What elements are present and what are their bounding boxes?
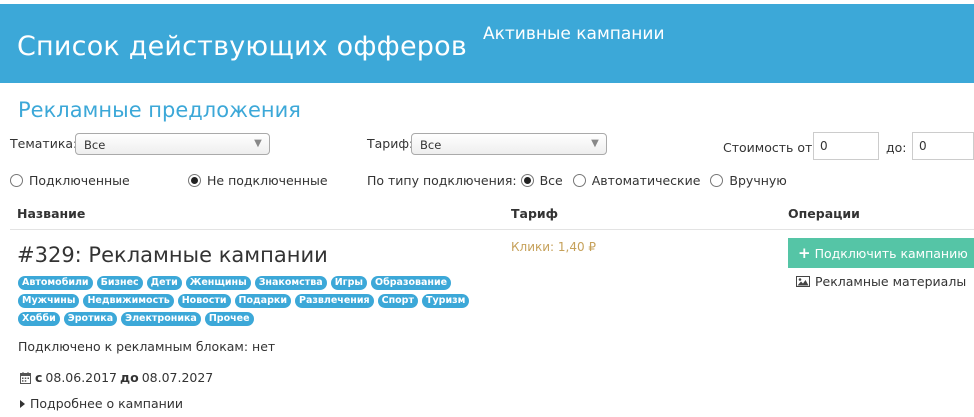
tariff-select[interactable]: Все ▼: [411, 133, 607, 155]
date-from-label: с: [35, 370, 43, 385]
campaign-dates: с 08.06.2017 до 08.07.2027: [20, 370, 213, 385]
ad-materials-link[interactable]: Рекламные материалы: [796, 274, 966, 289]
plus-icon: +: [798, 243, 811, 262]
radio-type-auto-button[interactable]: [572, 174, 586, 187]
tag[interactable]: Спорт: [377, 294, 418, 308]
page-subtitle: Активные кампании: [483, 24, 665, 44]
radio-type-all-label: Все: [539, 173, 563, 188]
tag[interactable]: Хобби: [18, 312, 60, 326]
caret-right-icon: [20, 399, 25, 408]
column-header-tariff: Тариф: [511, 206, 559, 221]
picture-icon: [796, 276, 810, 287]
radio-connected-button[interactable]: [10, 174, 23, 187]
radio-not-connected[interactable]: Не подключенные: [188, 173, 328, 188]
tag-row-2: Мужчины Недвижимость Новости Подарки Раз…: [18, 294, 488, 308]
radio-type-manual-button[interactable]: [710, 174, 724, 187]
type-filter: По типу подключения: Все Автоматические …: [367, 173, 787, 188]
type-filter-label: По типу подключения:: [367, 173, 517, 188]
cost-to-label: до:: [886, 140, 907, 155]
date-from: 08.06.2017: [45, 370, 117, 385]
chevron-down-icon: ▼: [254, 138, 262, 149]
tag[interactable]: Дети: [146, 276, 182, 290]
radio-connected[interactable]: Подключенные: [10, 173, 130, 188]
tag[interactable]: Развлечения: [295, 294, 374, 308]
connect-campaign-label: Подключить кампанию: [814, 245, 968, 261]
connect-campaign-button[interactable]: + Подключить кампанию: [788, 238, 974, 268]
offer-title: #329: Рекламные кампании: [17, 243, 328, 267]
section-title: Рекламные предложения: [18, 98, 301, 122]
tag[interactable]: Образование: [371, 276, 452, 290]
ad-materials-label: Рекламные материалы: [815, 274, 967, 289]
tag-row-3: Хобби Эротика Электроника Прочее: [18, 312, 488, 326]
date-to-label: до: [120, 370, 139, 385]
radio-type-auto-label: Автоматические: [591, 173, 701, 188]
tariff-label: Тариф:: [367, 136, 414, 151]
tag[interactable]: Эротика: [63, 312, 118, 326]
tag[interactable]: Недвижимость: [83, 294, 174, 308]
calendar-icon: [20, 371, 31, 384]
tag[interactable]: Женщины: [185, 276, 251, 290]
radio-not-connected-button[interactable]: [188, 174, 201, 187]
tag[interactable]: Прочее: [204, 312, 254, 326]
radio-connected-label: Подключенные: [29, 173, 130, 188]
radio-type-manual-label: Вручную: [729, 173, 787, 188]
date-to: 08.07.2027: [141, 370, 214, 385]
campaign-details-label: Подробнее о кампании: [30, 396, 184, 411]
tag-row-1: Автомобили Бизнес Дети Женщины Знакомств…: [18, 276, 488, 290]
page-title: Список действующих офферов: [17, 31, 467, 62]
page-header: Список действующих офферов Активные камп…: [0, 4, 974, 83]
table-divider: [10, 229, 974, 230]
offer-tariff: Клики: 1,40 ₽: [511, 240, 597, 254]
cost-from-label: Стоимость от:: [723, 140, 817, 155]
campaign-details-toggle[interactable]: Подробнее о кампании: [20, 396, 183, 411]
tag[interactable]: Знакомства: [254, 276, 327, 290]
connected-status: Подключено к рекламным блокам: нет: [18, 339, 276, 354]
tag[interactable]: Туризм: [421, 294, 470, 308]
tag[interactable]: Бизнес: [96, 276, 143, 290]
column-header-name: Название: [17, 206, 86, 221]
radio-type-all-button[interactable]: [520, 174, 534, 187]
tag[interactable]: Новости: [177, 294, 231, 308]
topic-label: Тематика:: [10, 136, 78, 151]
tag[interactable]: Подарки: [234, 294, 291, 308]
tariff-select-value: Все: [420, 138, 442, 152]
tag[interactable]: Игры: [330, 276, 368, 290]
topic-select-value: Все: [84, 138, 106, 152]
chevron-down-icon: ▼: [591, 138, 599, 149]
radio-not-connected-label: Не подключенные: [207, 173, 328, 188]
tag[interactable]: Мужчины: [18, 294, 80, 308]
tag[interactable]: Автомобили: [18, 276, 93, 290]
tag[interactable]: Электроника: [121, 312, 201, 326]
topic-select[interactable]: Все ▼: [75, 133, 270, 155]
cost-to-input[interactable]: [912, 132, 974, 160]
cost-from-input[interactable]: [813, 132, 879, 160]
column-header-operations: Операции: [788, 206, 860, 221]
